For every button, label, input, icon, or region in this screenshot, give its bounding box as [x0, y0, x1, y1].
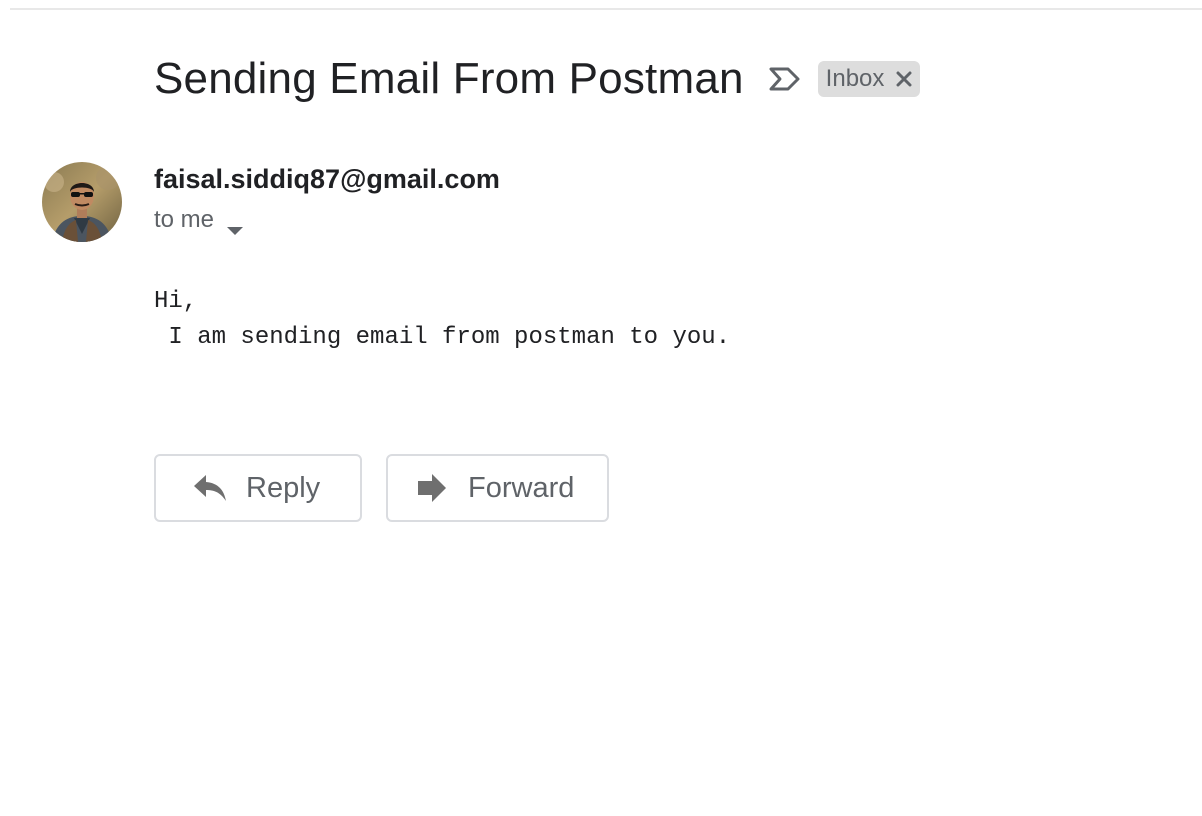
email-subject: Sending Email From Postman [154, 54, 744, 103]
email-body: Hi, I am sending email from postman to y… [154, 284, 730, 356]
reply-label: Reply [246, 471, 321, 504]
sender-email[interactable]: faisal.siddiq87@gmail.com [154, 164, 500, 195]
forward-label: Forward [468, 471, 575, 504]
label-chip-inbox[interactable]: Inbox [817, 61, 921, 97]
body-line: I am sending email from postman to you. [154, 324, 731, 351]
message-actions: Reply Forward [154, 454, 609, 522]
importance-marker-icon[interactable] [768, 66, 802, 92]
top-divider [10, 8, 1202, 10]
reply-arrow-icon [192, 473, 228, 503]
subject-row: Sending Email From Postman Inbox [154, 52, 921, 106]
label-chip-text: Inbox [825, 65, 885, 92]
caret-down-icon[interactable] [226, 215, 244, 235]
body-line: Hi, [154, 288, 198, 315]
reply-button[interactable]: Reply [154, 454, 362, 522]
forward-arrow-icon [414, 473, 450, 503]
sender-avatar[interactable] [42, 162, 122, 242]
close-icon[interactable] [896, 71, 912, 87]
recipient-line: to me [154, 206, 244, 235]
forward-button[interactable]: Forward [386, 454, 609, 522]
recipient-label: to me [154, 206, 215, 233]
